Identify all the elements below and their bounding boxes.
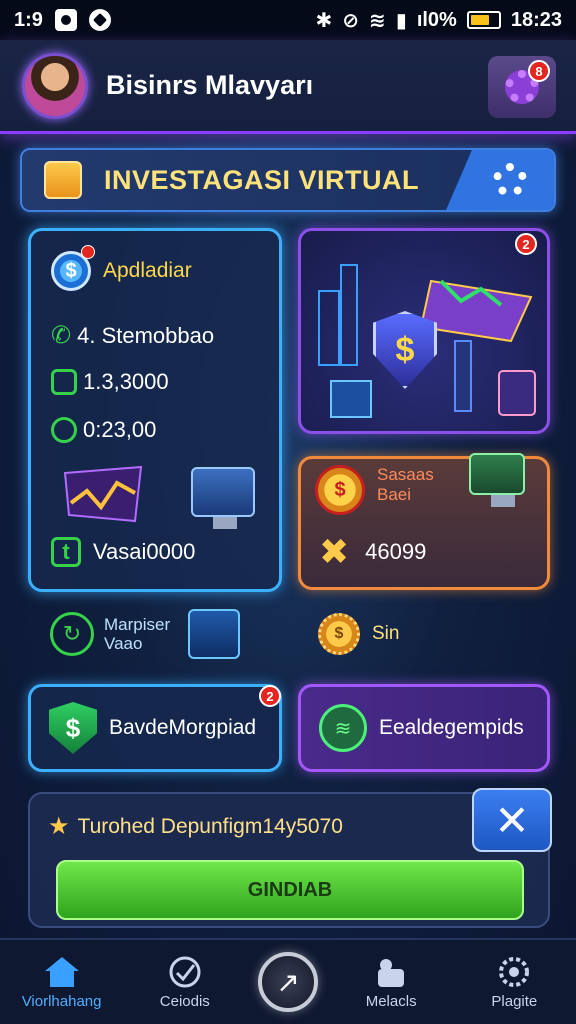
section-banner: INVESTAGASI VIRTUAL [20, 148, 556, 212]
deposit-button[interactable]: $ BavdeMorgpiad 2 [28, 684, 282, 772]
chart-icon [51, 369, 77, 395]
coin-label: Sin [372, 623, 400, 644]
compass-icon: ↗ [276, 966, 300, 998]
earnings-button[interactable]: ≋ Eealdegempids [298, 684, 550, 772]
nav-label-home: Viorlhahang [21, 992, 102, 1010]
wifi-icon: ≋ [319, 704, 367, 752]
dollar-coin-icon: $ [315, 465, 365, 515]
mute-icon: ⊘ [342, 9, 360, 32]
investment-summary-card[interactable]: $ Apdladiar ✆ 4. Stemobbao 1.3,3000 0:23… [28, 228, 282, 592]
market-label-line1: Marpiser [104, 615, 171, 634]
card-label: Apdladiar [103, 259, 192, 282]
promo-panel: ★ Turohed Depunfigm14y5070 ✕ GINDIAB [28, 788, 552, 928]
gear-coin-icon: $ [318, 613, 360, 655]
bottom-nav: Viorlhahang Ceiodis ↗ Melacls Plagite [0, 938, 576, 1024]
nav-item-home[interactable]: Viorlhahang [12, 955, 112, 1010]
deposit-label: BavdeMorgpiad [109, 716, 257, 739]
wifi-icon: ≋ [369, 9, 386, 32]
security-growth-card[interactable]: 2 $ [298, 228, 550, 434]
status-clock: 18:23 [510, 8, 562, 31]
gear-icon [493, 163, 527, 197]
nav-item-check[interactable]: Ceiodis [135, 955, 235, 1010]
savings-value: 46099 [365, 539, 427, 564]
refresh-leaf-icon: ↻ [50, 612, 94, 656]
status-time-left: 1:9 [14, 8, 43, 31]
home-icon [44, 956, 79, 987]
nav-item-profile[interactable]: Plagite [464, 955, 564, 1010]
avatar[interactable] [22, 52, 88, 119]
nav-label-profile: Plagite [491, 992, 538, 1010]
battery-icon [466, 11, 501, 29]
dot-badge [81, 245, 95, 259]
bluetooth-icon: ✱ [315, 9, 333, 32]
profile-gear-icon [499, 956, 530, 987]
header-settings-button[interactable]: 8 [488, 56, 556, 118]
app-title: Bisinrs Mlavyarı [106, 70, 314, 100]
nav-item-messages[interactable]: Melacls [341, 955, 441, 1010]
signal-icon: ▮ [395, 9, 407, 32]
monitor-icon [191, 467, 255, 529]
dollar-shield-icon: $ [49, 702, 97, 754]
center-action-button[interactable]: ↗ [257, 952, 318, 1012]
star-cross-icon: ✖ [319, 531, 350, 572]
check-circle-icon [169, 956, 201, 987]
wallet-icon: t [51, 537, 81, 567]
market-label-line2: Vaao [104, 634, 143, 653]
nav-label-messages: Melacls [365, 992, 417, 1010]
primary-cta-button[interactable]: GINDIAB [56, 860, 524, 920]
close-button[interactable]: ✕ [472, 788, 552, 852]
banner-title: INVESTAGASI VIRTUAL [104, 164, 420, 195]
earnings-label: Eealdegempids [379, 716, 524, 739]
chat-icon [378, 958, 405, 987]
stat-line-3: 0:23,00 [83, 417, 157, 442]
savings-title-line1: Sasaas [377, 465, 434, 484]
coin-shortcut[interactable]: $ Sin [318, 602, 399, 666]
card-footer-value: Vasai0000 [93, 539, 196, 564]
nav-label-check: Ceiodis [159, 992, 210, 1010]
savings-title-line2: Baei [377, 485, 412, 504]
promo-text: Turohed Depunfigm14y5070 [77, 814, 343, 838]
monitor-icon [469, 453, 525, 507]
star-icon: ★ [48, 813, 70, 840]
calculator-icon [188, 609, 241, 659]
stat-line-2: 1.3,3000 [83, 369, 169, 394]
phone-icon: ✆ [51, 322, 72, 349]
status-bar: 1:9 ✱ ⊘ ≋ ▮ ıl0% 18:23 [0, 0, 576, 40]
savings-card[interactable]: $ Sasaas Baei ✖ 46099 [298, 453, 550, 590]
market-shortcut[interactable]: ↻ Marpiser Vaao [50, 602, 241, 666]
notification-badge: 8 [528, 60, 550, 82]
battery-percent: ıl0% [416, 8, 457, 31]
stat-line-1: 4. Stemobbao [77, 322, 215, 348]
app-header: Bisinrs Mlavyarı 8 [0, 40, 576, 134]
folder-icon [44, 161, 82, 199]
notification-app-icon-2 [88, 9, 111, 31]
check-circle-icon [51, 417, 77, 443]
trend-chart-icon [63, 465, 143, 523]
notification-badge: 2 [259, 685, 281, 707]
banner-settings-button[interactable] [446, 150, 554, 210]
notification-app-icon [54, 9, 77, 31]
